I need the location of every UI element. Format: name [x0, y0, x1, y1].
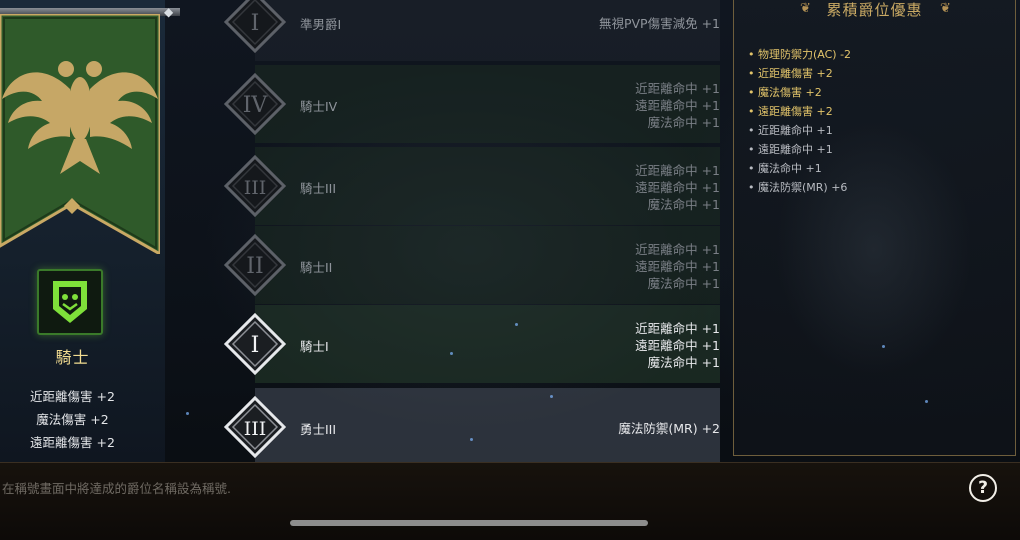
benefits-list: • 物理防禦力(AC) -2 • 近距離傷害 +2 • 魔法傷害 +2 • 遠距離傷害 +2 •… — [748, 45, 1008, 197]
rank-name: 騎士II — [300, 260, 333, 275]
rank-stats: 近距離命中 +1 遠距離命中 +1 魔法命中 +1 — [420, 162, 720, 213]
sparkle-decoration — [470, 438, 473, 441]
rank-list: I 準男爵I 無視PVP傷害減免 +1 IV 騎士IV 近距離命中 +1 遠距離命中 +1 魔… — [160, 0, 725, 466]
rank-numeral-icon: I — [224, 0, 286, 53]
rank-numeral-icon: III — [224, 396, 286, 458]
benefit-item: • 遠距離命中 +1 — [748, 140, 1008, 159]
benefit-item: • 近距離傷害 +2 — [748, 64, 1008, 83]
rank-numeral: I — [251, 11, 260, 36]
rank-name: 準男爵I — [300, 17, 342, 32]
sparkle-decoration — [186, 412, 189, 415]
rank-stat-line: 遠距離命中 +1 — [635, 179, 720, 195]
rank-stat-line: 遠距離命中 +1 — [635, 258, 720, 274]
rank-stat-line: 遠距離命中 +1 — [635, 97, 720, 113]
accumulated-benefits-panel: ❦ 累積爵位優惠 ❦ • 物理防禦力(AC) -2 • 近距離傷害 +2 • 魔法傷害 +… — [733, 0, 1016, 456]
rank-stat-line: 魔法防禦(MR) +2 — [618, 420, 720, 436]
sparkle-decoration — [925, 400, 928, 403]
bullet-icon: • — [748, 124, 755, 137]
rank-numeral: III — [244, 177, 267, 199]
rank-stat-line: 近距離命中 +1 — [635, 241, 720, 257]
rank-numeral-icon: III — [224, 155, 286, 217]
help-icon: ? — [978, 478, 988, 498]
rank-stat-line: 無視PVP傷害減免 +1 — [598, 15, 720, 31]
shield-face-icon — [53, 281, 87, 323]
rank-stat-line: 魔法命中 +1 — [647, 275, 720, 291]
rank-numeral-icon: I — [224, 313, 286, 375]
rank-stat-line: 魔法命中 +1 — [647, 114, 720, 130]
bullet-icon: • — [748, 67, 755, 80]
rank-bonus-line: 遠距離傷害 +2 — [30, 435, 115, 450]
sparkle-decoration — [550, 395, 553, 398]
rank-numeral: II — [246, 254, 263, 279]
rank-stats: 無視PVP傷害減免 +1 — [420, 15, 720, 32]
rank-name: 勇士III — [300, 422, 337, 437]
rank-name: 騎士IV — [300, 99, 338, 114]
benefit-text: 魔法傷害 +2 — [758, 86, 822, 99]
bullet-icon: • — [748, 105, 755, 118]
rank-stats: 魔法防禦(MR) +2 — [420, 420, 720, 437]
benefit-item: • 遠距離傷害 +2 — [748, 102, 1008, 121]
sparkle-decoration — [515, 323, 518, 326]
title-badge[interactable] — [37, 269, 103, 335]
rank-numeral: I — [251, 333, 260, 358]
bottom-bar: 在稱號畫面中將達成的爵位名稱設為稱號. ? — [0, 462, 1020, 540]
rank-numeral-icon: II — [224, 234, 286, 296]
benefit-text: 物理防禦力(AC) -2 — [758, 48, 852, 61]
bullet-icon: • — [748, 48, 755, 61]
rank-stat-line: 近距離命中 +1 — [635, 320, 720, 336]
rank-stat-line: 魔法命中 +1 — [647, 196, 720, 212]
rank-bonus-line: 魔法傷害 +2 — [36, 412, 109, 427]
bullet-icon: • — [748, 143, 755, 156]
rank-numeral: III — [244, 418, 267, 440]
rank-numeral-icon: IV — [224, 73, 286, 135]
benefit-item: • 物理防禦力(AC) -2 — [748, 45, 1008, 64]
benefit-text: 魔法命中 +1 — [758, 162, 822, 175]
benefit-text: 遠距離命中 +1 — [758, 143, 833, 156]
help-button[interactable]: ? — [969, 474, 997, 502]
benefit-text: 近距離命中 +1 — [758, 124, 833, 137]
bullet-icon: • — [748, 86, 755, 99]
rank-name: 騎士I — [300, 339, 329, 354]
benefit-item: • 魔法傷害 +2 — [748, 83, 1008, 102]
rank-info-panel: ◆ 騎士 近距離傷害 +2 魔法傷害 +2 遠距離傷害 +2 — [0, 0, 180, 462]
rank-bonus-line: 近距離傷害 +2 — [30, 389, 115, 404]
rank-stat-line: 近距離命中 +1 — [635, 80, 720, 96]
rank-name: 騎士III — [300, 181, 337, 196]
home-indicator[interactable] — [290, 520, 648, 526]
bullet-icon: • — [748, 181, 755, 194]
benefit-text: 近距離傷害 +2 — [758, 67, 833, 80]
benefit-item: • 近距離命中 +1 — [748, 121, 1008, 140]
panel-title: 累積爵位優惠 — [826, 1, 923, 19]
rank-stat-line: 近距離命中 +1 — [635, 162, 720, 178]
sparkle-decoration — [450, 352, 453, 355]
rank-stats: 近距離命中 +1 遠距離命中 +1 魔法命中 +1 — [420, 241, 720, 292]
bullet-icon: • — [748, 162, 755, 175]
benefit-item: • 魔法命中 +1 — [748, 159, 1008, 178]
sparkle-decoration — [882, 345, 885, 348]
current-rank-name: 騎士 — [55, 348, 90, 367]
rank-stats: 近距離命中 +1 遠距離命中 +1 魔法命中 +1 — [420, 320, 720, 371]
rank-banner — [0, 14, 160, 254]
benefit-text: 魔法防禦(MR) +6 — [758, 181, 848, 194]
benefit-text: 遠距離傷害 +2 — [758, 105, 833, 118]
hint-text: 在稱號畫面中將達成的爵位名稱設為稱號. — [2, 481, 231, 496]
laurel-icon: ❦ — [940, 1, 951, 16]
rank-stat-line: 遠距離命中 +1 — [635, 337, 720, 353]
rank-numeral: IV — [243, 93, 269, 118]
benefit-item: • 魔法防禦(MR) +6 — [748, 178, 1008, 197]
rank-stats: 近距離命中 +1 遠距離命中 +1 魔法命中 +1 — [420, 80, 720, 131]
rank-stat-line: 魔法命中 +1 — [647, 354, 720, 370]
